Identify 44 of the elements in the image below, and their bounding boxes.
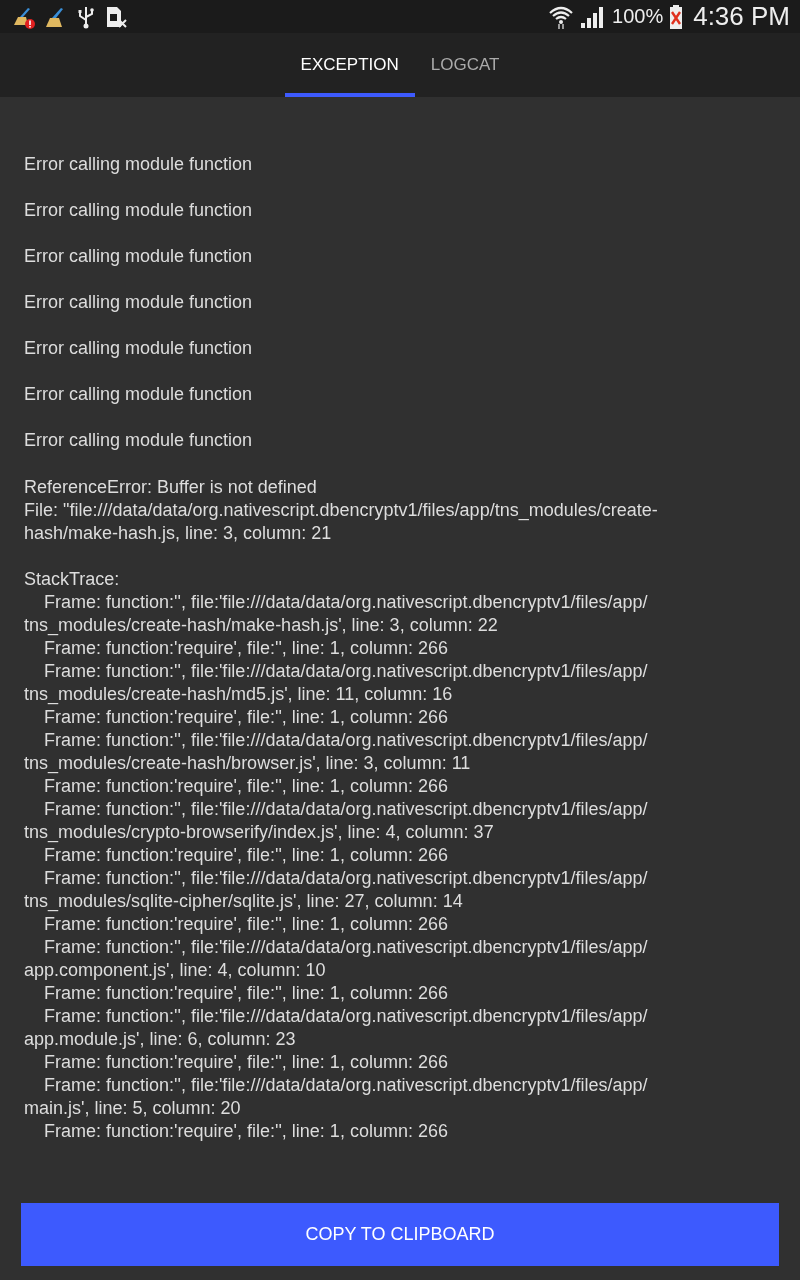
error-text-line: tns_modules/crypto-browserify/index.js', line: 4, column: 37	[24, 821, 495, 844]
error-message: Error calling module function	[24, 200, 254, 221]
stack-frame-line: Frame: function:'require', file:'', line: 1, column: 266	[43, 706, 449, 729]
sim-card-off-icon	[104, 4, 128, 29]
error-message: Error calling module function	[24, 292, 254, 313]
error-message: Error calling module function	[24, 154, 254, 175]
clock-time: 4:36 PM	[693, 1, 790, 32]
tab[interactable]: EXCEPTION	[284, 33, 415, 97]
stack-frame-line: Frame: function:'', file:'file:///data/data/org.nativescript.dbencryptv1/files/app/	[43, 660, 649, 683]
error-text-line: tns_modules/sqlite-cipher/sqlite.js', line: 27, column: 14	[24, 890, 464, 913]
stack-frame-line: Frame: function:'require', file:'', line: 1, column: 266	[43, 775, 449, 798]
usb-icon	[76, 4, 96, 29]
stack-frame-line: Frame: function:'', file:'file:///data/data/org.nativescript.dbencryptv1/files/app/	[43, 591, 649, 614]
stack-frame-line: Frame: function:'', file:'file:///data/data/org.nativescript.dbencryptv1/files/app/	[43, 936, 649, 959]
stack-frame-line: Frame: function:'', file:'file:///data/data/org.nativescript.dbencryptv1/files/app/	[43, 729, 649, 752]
error-text-line: ReferenceError: Buffer is not defined	[24, 476, 318, 499]
stack-frame-line: Frame: function:'require', file:'', line: 1, column: 266	[43, 1120, 449, 1143]
error-text-line: File: "file:///data/data/org.nativescript.dbencryptv1/files/app/tns_modules/create-	[24, 499, 659, 522]
error-message: Error calling module function	[24, 246, 254, 267]
error-text-line: app.module.js', line: 6, column: 23	[24, 1028, 297, 1051]
error-message: Error calling module function	[24, 338, 254, 359]
error-message: Error calling module function	[24, 430, 254, 451]
copy-to-clipboard-button[interactable]: COPY TO CLIPBOARD	[21, 1203, 779, 1266]
error-text-line: tns_modules/create-hash/md5.js', line: 11, column: 16	[24, 683, 454, 706]
stack-frame-line: Frame: function:'require', file:'', line: 1, column: 266	[43, 913, 449, 936]
stack-trace-heading: StackTrace:	[24, 568, 121, 591]
stack-frame-line: Frame: function:'require', file:'', line: 1, column: 266	[43, 1051, 449, 1074]
error-text-line: tns_modules/create-hash/make-hash.js', line: 3, column: 22	[24, 614, 499, 637]
error-text-line: hash/make-hash.js, line: 3, column: 21	[24, 522, 333, 545]
signal-icon	[580, 5, 606, 28]
stack-frame-line: Frame: function:'', file:'file:///data/data/org.nativescript.dbencryptv1/files/app/	[43, 798, 649, 821]
battery-error-icon	[669, 4, 684, 29]
error-text-line: main.js', line: 5, column: 20	[24, 1097, 242, 1120]
stack-frame-line: Frame: function:'require', file:'', line: 1, column: 266	[43, 982, 449, 1005]
tab[interactable]: LOGCAT	[414, 33, 516, 97]
stack-frame-line: Frame: function:'', file:'file:///data/data/org.nativescript.dbencryptv1/files/app/	[43, 1005, 649, 1028]
error-text-line: tns_modules/create-hash/browser.js', line: 3, column: 11	[24, 752, 472, 775]
battery-percentage: 100%	[612, 5, 664, 28]
stack-frame-line: Frame: function:'require', file:'', line: 1, column: 266	[43, 844, 449, 867]
stack-frame-line: Frame: function:'', file:'file:///data/data/org.nativescript.dbencryptv1/files/app/	[43, 1074, 649, 1097]
stack-frame-line: Frame: function:'require', file:'', line: 1, column: 266	[43, 637, 449, 660]
stack-frame-line: Frame: function:'', file:'file:///data/data/org.nativescript.dbencryptv1/files/app/	[43, 867, 649, 890]
error-text-line: app.component.js', line: 4, column: 10	[24, 959, 327, 982]
error-message: Error calling module function	[24, 384, 254, 405]
